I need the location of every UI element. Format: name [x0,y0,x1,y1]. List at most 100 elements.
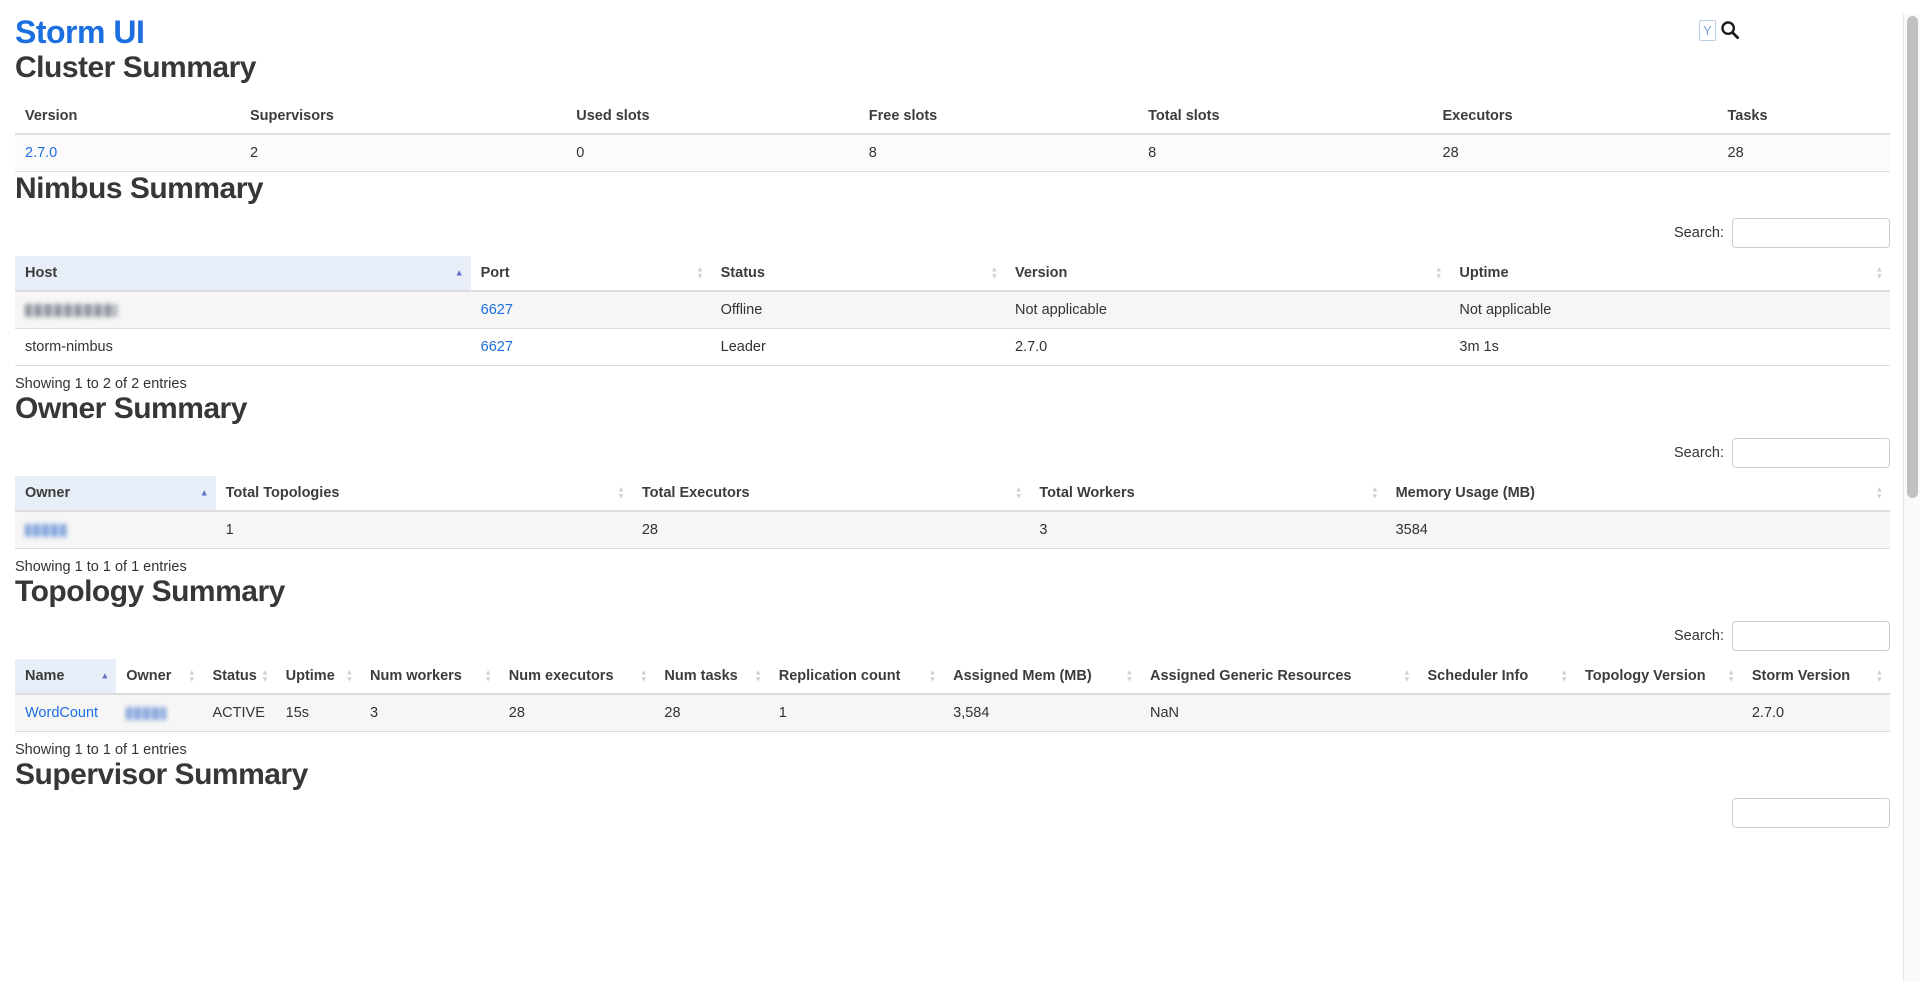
col-num-workers[interactable]: Num workers [360,659,499,694]
cell-total-slots: 8 [1138,134,1432,172]
col-free-slots: Free slots [859,99,1138,134]
col-assigned-generic-resources[interactable]: Assigned Generic Resources [1140,659,1418,694]
col-total-executors[interactable]: Total Executors [632,476,1030,511]
col-assigned-mem[interactable]: Assigned Mem (MB) [943,659,1140,694]
scrollbar-thumb[interactable] [1907,16,1918,498]
col-status[interactable]: Status [711,256,1005,291]
sort-icon [929,670,936,683]
cluster-header-row: Version Supervisors Used slots Free slot… [15,99,1890,134]
col-port[interactable]: Port [471,256,711,291]
col-memory-usage[interactable]: Memory Usage (MB) [1386,476,1890,511]
supervisor-search-row [15,798,1890,828]
cell-host: storm-nimbus [15,329,471,366]
cell-num-tasks: 28 [654,694,768,732]
app-title[interactable]: Storm UI [15,14,1890,51]
topology-summary-table: Name▲ Owner Status Uptime Num workers Nu… [15,659,1890,732]
sort-icon [1876,267,1883,280]
supervisor-search-input[interactable] [1732,798,1890,828]
col-total-workers[interactable]: Total Workers [1029,476,1385,511]
nimbus-header-row: Host▲ Port Status Version Uptime [15,256,1890,291]
cell-memory-usage: 3584 [1386,511,1890,549]
sort-icon [1876,487,1883,500]
supervisor-summary-heading: Supervisor Summary [15,758,1890,792]
cell-owner [116,694,202,732]
col-uptime[interactable]: Uptime [1449,256,1890,291]
topology-header-row: Name▲ Owner Status Uptime Num workers Nu… [15,659,1890,694]
col-host[interactable]: Host▲ [15,256,471,291]
col-num-executors[interactable]: Num executors [499,659,655,694]
topology-entries-info: Showing 1 to 1 of 1 entries [15,742,1890,758]
col-topo-uptime[interactable]: Uptime [276,659,360,694]
col-replication-count[interactable]: Replication count [769,659,943,694]
col-storm-version[interactable]: Storm Version [1742,659,1890,694]
topology-search-label: Search: [1674,628,1724,644]
sort-icon [991,267,998,280]
col-name[interactable]: Name▲ [15,659,116,694]
cell-num-workers: 3 [360,694,499,732]
col-nimbus-version[interactable]: Version [1005,256,1449,291]
cell-scheduler-info [1418,694,1575,732]
sort-asc-icon: ▲ [200,489,209,498]
owner-search-row: Search: [15,438,1890,468]
sort-icon [754,670,761,683]
cell-storm-version: 2.7.0 [1742,694,1890,732]
cell-assigned-generic-resources: NaN [1140,694,1418,732]
cell-uptime: 3m 1s [1449,329,1890,366]
nimbus-row: 6627 Offline Not applicable Not applicab… [15,291,1890,329]
col-total-topologies[interactable]: Total Topologies [216,476,632,511]
topology-link[interactable]: WordCount [25,705,98,721]
col-owner[interactable]: Owner▲ [15,476,216,511]
sort-icon [1403,670,1410,683]
owner-search-label: Search: [1674,445,1724,461]
owner-header-row: Owner▲ Total Topologies Total Executors … [15,476,1890,511]
port-link[interactable]: 6627 [481,302,513,318]
redacted-owner[interactable] [25,524,67,537]
sort-icon [617,487,624,500]
col-topology-version[interactable]: Topology Version [1575,659,1742,694]
cell-version: Not applicable [1005,291,1449,329]
sort-icon [1435,267,1442,280]
cell-used-slots: 0 [566,134,859,172]
sort-icon [1126,670,1133,683]
col-num-tasks[interactable]: Num tasks [654,659,768,694]
cluster-summary-heading: Cluster Summary [15,51,1890,85]
col-total-slots: Total slots [1138,99,1432,134]
cell-status: Offline [711,291,1005,329]
topology-filter-input[interactable] [1699,20,1716,41]
col-topo-owner[interactable]: Owner [116,659,202,694]
cell-total-topologies: 1 [216,511,632,549]
sort-icon [1371,487,1378,500]
cell-version: 2.7.0 [15,134,240,172]
col-tasks: Tasks [1718,99,1891,134]
cell-uptime: 15s [276,694,360,732]
nimbus-entries-info: Showing 1 to 2 of 2 entries [15,376,1890,392]
nimbus-search-input[interactable] [1732,218,1890,248]
port-link[interactable]: 6627 [481,339,513,355]
version-link[interactable]: 2.7.0 [25,145,57,161]
sort-icon [346,670,353,683]
topology-search-input[interactable] [1732,621,1890,651]
vertical-scrollbar[interactable] [1903,14,1920,982]
cell-replication-count: 1 [769,694,943,732]
topology-row: WordCount ACTIVE 15s 3 28 28 1 3,584 NaN… [15,694,1890,732]
owner-summary-heading: Owner Summary [15,392,1890,426]
sort-icon [188,670,195,683]
sort-icon [1727,670,1734,683]
col-scheduler-info[interactable]: Scheduler Info [1418,659,1575,694]
col-topo-status[interactable]: Status [203,659,276,694]
search-icon[interactable] [1719,19,1741,41]
topology-search-row: Search: [15,621,1890,651]
sort-icon [261,670,268,683]
owner-search-input[interactable] [1732,438,1890,468]
cluster-row: 2.7.0 2 0 8 8 28 28 [15,134,1890,172]
cell-version: 2.7.0 [1005,329,1449,366]
cell-port: 6627 [471,329,711,366]
cell-topology-version [1575,694,1742,732]
col-executors: Executors [1433,99,1718,134]
redacted-owner[interactable] [126,707,166,720]
cell-port: 6627 [471,291,711,329]
owner-entries-info: Showing 1 to 1 of 1 entries [15,559,1890,575]
cell-owner [15,511,216,549]
sort-icon [1876,670,1883,683]
cell-status: ACTIVE [203,694,276,732]
